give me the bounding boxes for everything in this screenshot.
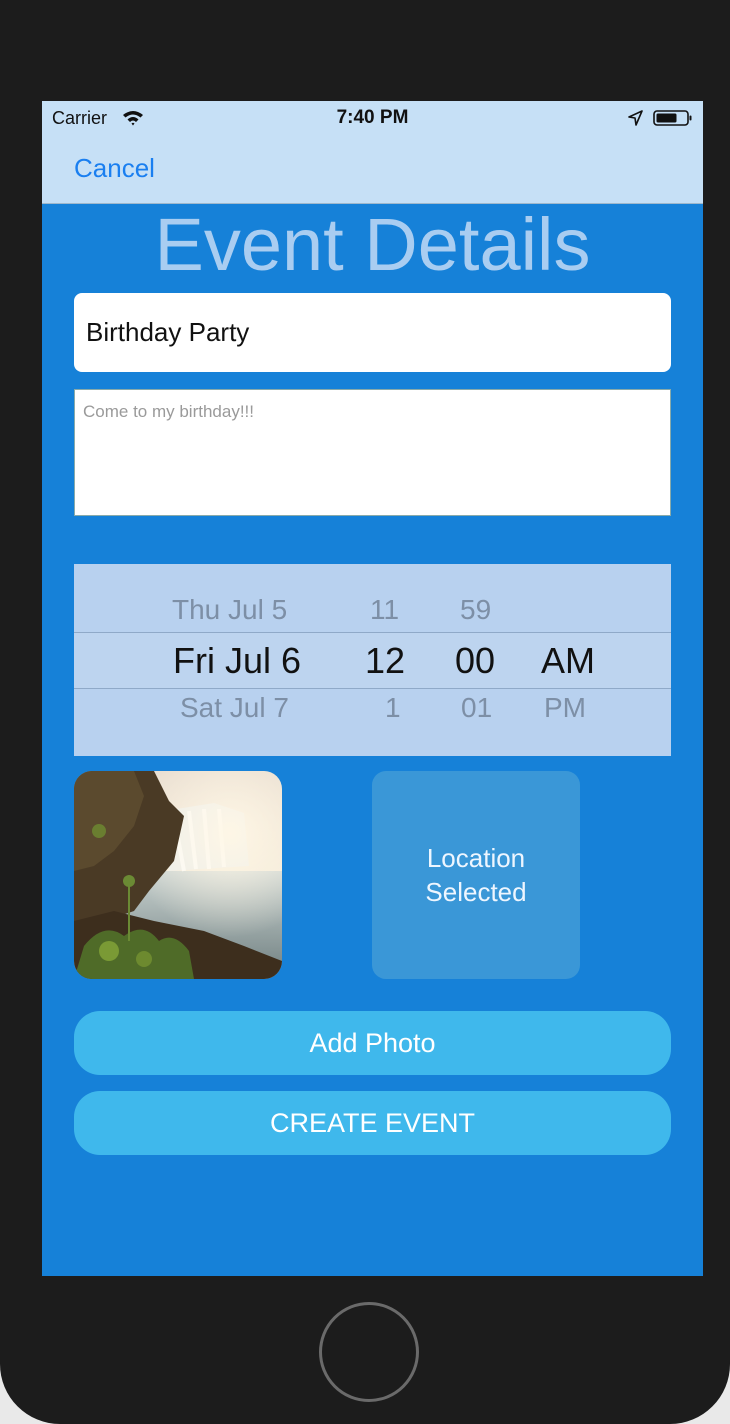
- picker-period-selected[interactable]: AM: [541, 640, 595, 682]
- picker-date-selected[interactable]: Fri Jul 6: [173, 640, 301, 682]
- create-event-button[interactable]: CREATE EVENT: [74, 1091, 671, 1155]
- status-time: 7:40 PM: [336, 107, 409, 128]
- picker-date-below[interactable]: Sat Jul 7: [180, 692, 289, 724]
- waterfall-image: [74, 771, 282, 979]
- home-button[interactable]: [319, 1302, 419, 1402]
- location-selected-label: Location Selected: [425, 843, 527, 907]
- picker-period-below[interactable]: PM: [544, 692, 586, 724]
- picker-minute-selected[interactable]: 00: [455, 640, 495, 682]
- battery-icon: [653, 110, 692, 126]
- location-selected-tile[interactable]: Location Selected: [372, 771, 580, 979]
- picker-minute-below[interactable]: 01: [461, 692, 492, 724]
- add-photo-button[interactable]: Add Photo: [74, 1011, 671, 1075]
- picker-hour-above[interactable]: 11: [370, 594, 399, 626]
- date-time-picker[interactable]: Thu Jul 5 Fri Jul 6 Sat Jul 7 11 12 1 59…: [74, 564, 671, 756]
- picker-minute-above[interactable]: 59: [460, 594, 491, 626]
- cancel-button[interactable]: Cancel: [74, 153, 155, 184]
- status-bar: Carrier 7:40 PM: [42, 101, 703, 137]
- page-title: Event Details: [154, 203, 591, 286]
- app-screen: Carrier 7:40 PM Cancel Event Details Bir…: [42, 101, 703, 1276]
- picker-date-above[interactable]: Thu Jul 5: [172, 594, 287, 626]
- location-arrow-icon: [628, 110, 643, 126]
- event-name-field[interactable]: Birthday Party: [74, 293, 671, 372]
- picker-hour-below[interactable]: 1: [385, 692, 401, 724]
- device-frame: Carrier 7:40 PM Cancel Event Details Bir…: [0, 0, 730, 1424]
- picker-hour-selected[interactable]: 12: [365, 640, 405, 682]
- navigation-bar: Carrier 7:40 PM Cancel: [42, 101, 703, 204]
- event-photo-waterfall: [74, 771, 282, 979]
- description-textarea[interactable]: Come to my birthday!!!: [74, 389, 671, 516]
